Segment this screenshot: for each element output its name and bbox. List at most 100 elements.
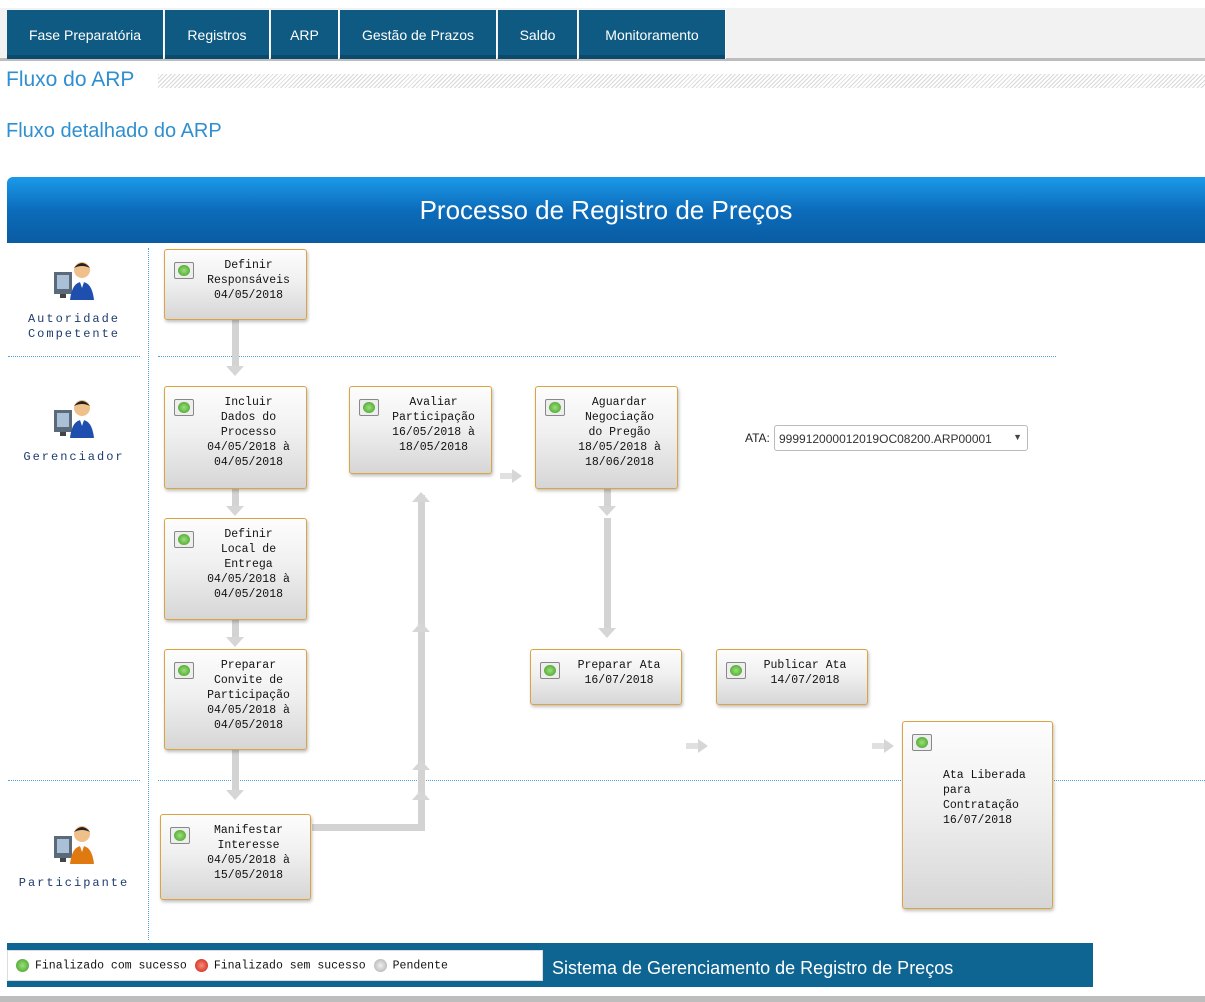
tab-arp[interactable]: ARP	[271, 10, 339, 59]
tab-gestao-de-prazos[interactable]: Gestão de Prazos	[340, 10, 497, 59]
page-subtitle: Fluxo detalhado do ARP	[6, 120, 222, 142]
step-title-line: Preparar	[220, 659, 277, 672]
step-title-line: Interesse	[217, 839, 280, 852]
legend-success: Finalizado com sucesso	[16, 958, 187, 973]
step-title-line: Aguardar	[591, 396, 648, 409]
arrow-right-icon	[884, 739, 894, 753]
pending-circle-icon	[373, 958, 387, 972]
arrow-right-icon	[512, 469, 522, 483]
user-computer-icon	[54, 400, 94, 438]
user-computer-icon	[54, 262, 94, 300]
step-title-line: Contratação	[943, 799, 1019, 812]
connector	[312, 824, 424, 831]
success-check-icon	[726, 662, 746, 679]
step-title-line: Responsáveis	[207, 274, 290, 287]
title-hatch-divider	[158, 74, 1205, 88]
ata-select-value: 999912000012019OC08200.ARP00001	[779, 432, 992, 446]
step-date: 04/05/2018 à	[207, 441, 290, 454]
failure-x-icon	[194, 958, 208, 972]
step-ata-liberada[interactable]: Ata Liberada para Contratação 16/07/2018	[902, 721, 1053, 909]
success-check-icon	[174, 531, 194, 548]
lane-divider-2a	[8, 780, 140, 781]
connector	[686, 743, 698, 749]
step-manifestar-interesse[interactable]: Manifestar Interesse 04/05/2018 à 15/05/…	[160, 814, 311, 900]
success-check-icon	[545, 399, 565, 416]
success-check-icon	[359, 399, 379, 416]
connector	[232, 620, 239, 638]
actor-participante: Participante	[0, 822, 148, 891]
step-date: 14/07/2018	[770, 674, 840, 687]
step-title-line: Definir	[224, 528, 273, 541]
top-nav: Fase Preparatória Registros ARP Gestão d…	[0, 8, 1205, 61]
step-date: 18/05/2018 à	[578, 441, 661, 454]
step-publicar-ata[interactable]: Publicar Ata 14/07/2018	[716, 649, 868, 705]
legend-failure-label: Finalizado sem sucesso	[213, 959, 366, 973]
lane-divider-vertical	[148, 248, 149, 940]
step-date: 04/05/2018	[213, 289, 283, 302]
success-check-icon	[912, 734, 932, 751]
arrow-down-icon	[598, 628, 616, 638]
step-date: 04/05/2018	[213, 588, 283, 601]
step-title-line: Participação	[392, 411, 475, 424]
step-date: 15/05/2018	[213, 869, 283, 882]
step-date: 16/07/2018	[584, 674, 654, 687]
arrow-down-icon	[226, 790, 244, 800]
legend-pending: Pendente	[373, 958, 448, 973]
legend-success-label: Finalizado com sucesso	[35, 959, 187, 973]
legend-failure: Finalizado sem sucesso	[194, 958, 366, 973]
ata-select[interactable]: 999912000012019OC08200.ARP00001 ▼	[774, 425, 1028, 451]
legend-pending-label: Pendente	[392, 959, 448, 973]
chevron-down-icon: ▼	[1013, 432, 1022, 442]
banner-title: Processo de Registro de Preços	[419, 194, 793, 225]
success-check-icon	[16, 958, 29, 972]
step-definir-responsaveis[interactable]: Definir Responsáveis 04/05/2018	[164, 249, 307, 320]
bottom-bar	[0, 996, 1205, 1002]
tab-fase-preparatoria[interactable]: Fase Preparatória	[7, 10, 164, 59]
arrow-right-icon	[698, 739, 708, 753]
actor-autoridade-line2: Competente	[27, 327, 120, 341]
success-check-icon	[540, 662, 560, 679]
user-computer-icon	[54, 826, 94, 864]
arrow-down-icon	[226, 366, 244, 376]
step-date: 04/05/2018 à	[207, 854, 290, 867]
connector	[604, 518, 611, 628]
step-title-line: Ata Liberada	[943, 769, 1026, 782]
step-title-line: Convite de	[213, 674, 283, 687]
step-aguardar-negociacao[interactable]: Aguardar Negociação do Pregão 18/05/2018…	[535, 386, 678, 489]
flow-banner: Processo de Registro de Preços	[7, 177, 1205, 243]
actor-autoridade: Autoridade Competente	[0, 258, 148, 342]
status-legend: Finalizado com sucesso Finalizado sem su…	[7, 950, 543, 981]
tab-saldo[interactable]: Saldo	[498, 10, 578, 59]
step-incluir-dados[interactable]: Incluir Dados do Processo 04/05/2018 à 0…	[164, 386, 307, 489]
step-preparar-convite[interactable]: Preparar Convite de Participação 04/05/2…	[164, 649, 307, 750]
tab-registros[interactable]: Registros	[165, 10, 270, 59]
connector	[232, 320, 239, 366]
step-date: 16/07/2018	[943, 814, 1013, 827]
step-title-line: Entrega	[224, 558, 273, 571]
step-definir-local[interactable]: Definir Local de Entrega 04/05/2018 à 04…	[164, 518, 307, 620]
step-date: 04/05/2018 à	[207, 573, 290, 586]
step-title-line: Dados do	[220, 411, 277, 424]
footer-title: Sistema de Gerenciamento de Registro de …	[552, 958, 954, 978]
step-preparar-ata[interactable]: Preparar Ata 16/07/2018	[530, 649, 682, 705]
success-check-icon	[170, 827, 190, 844]
step-title-line: Definir	[224, 259, 273, 272]
step-title-line: do Pregão	[588, 426, 651, 439]
step-title-line: Publicar Ata	[763, 659, 847, 672]
connector	[418, 495, 425, 831]
arrow-down-icon	[226, 506, 244, 516]
lane-divider-1b	[158, 356, 1056, 357]
arrow-up-icon	[412, 760, 430, 770]
tab-monitoramento[interactable]: Monitoramento	[579, 10, 726, 59]
step-date: 18/06/2018	[584, 456, 654, 469]
step-avaliar-participacao[interactable]: Avaliar Participação 16/05/2018 à 18/05/…	[349, 386, 492, 474]
step-title-line: Manifestar	[213, 824, 283, 837]
actor-gerenciador: Gerenciador	[0, 396, 148, 465]
step-title-line: Incluir	[224, 396, 273, 409]
success-check-icon	[174, 262, 194, 279]
arrow-down-icon	[226, 637, 244, 647]
success-check-icon	[174, 399, 194, 416]
section-title: Fluxo do ARP	[6, 68, 135, 91]
connector	[232, 750, 239, 790]
connector	[232, 489, 239, 507]
